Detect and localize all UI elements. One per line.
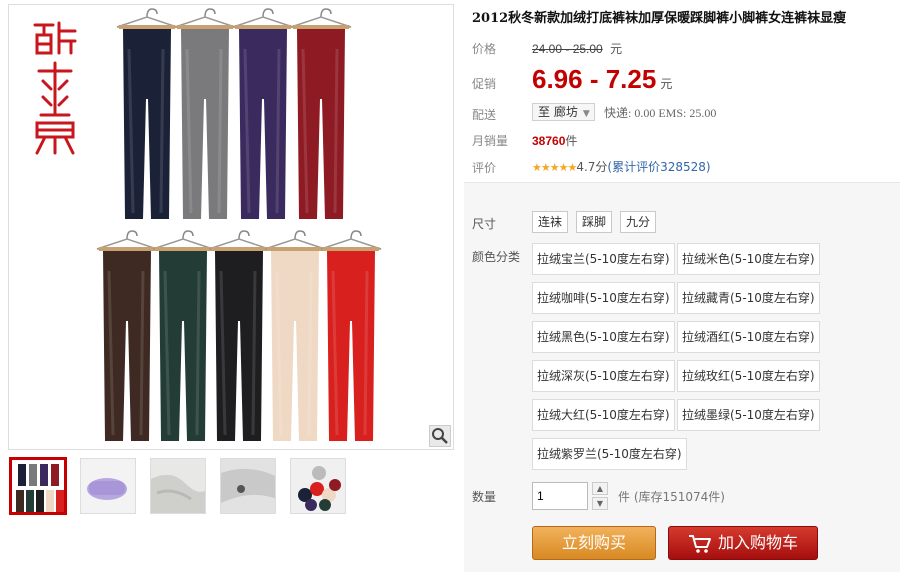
size-option-1[interactable]: 连袜: [532, 211, 569, 233]
cart-icon: [688, 534, 711, 553]
original-price: 24.00 - 25.00 元: [532, 40, 622, 57]
delivery-label: 配送: [472, 108, 497, 122]
monthly-sales-label: 月销量: [472, 134, 509, 148]
thumbnail-1[interactable]: [10, 458, 66, 514]
color-option-6[interactable]: 拉绒酒红(5-10度左右穿): [677, 321, 820, 353]
color-option-7[interactable]: 拉绒深灰(5-10度左右穿): [532, 360, 675, 392]
thumbnail-detail-image: [221, 459, 275, 513]
color-option-10[interactable]: 拉绒墨绿(5-10度左右穿): [677, 399, 820, 431]
quantity-decrease-button[interactable]: ▼: [592, 497, 608, 510]
magnifier-icon: [432, 428, 448, 444]
rating-row: ★★★★★4.7分(累计评价328528): [532, 158, 711, 175]
promo-label: 促销: [472, 77, 497, 91]
leggings-bottom-1: [152, 230, 214, 441]
size-label: 尺寸: [472, 217, 497, 231]
shipping-fees: 快递: 0.00 EMS: 25.00: [604, 106, 717, 120]
color-option-4[interactable]: 拉绒藏青(5-10度左右穿): [677, 282, 820, 314]
rating-score: 4.7分: [576, 160, 608, 174]
leggings-bottom-3: [264, 230, 326, 441]
buy-now-button[interactable]: 立刻购买: [532, 526, 656, 560]
stock-note: 件 (库存151074件): [618, 490, 725, 504]
monthly-sales-value: 38760: [532, 134, 566, 148]
product-info-panel: 2012秋冬新款加绒打底裤袜加厚保暖踩脚裤小脚裤女连裤袜显瘦 价格 24.00 …: [464, 0, 900, 572]
color-label: 颜色分类: [472, 250, 521, 264]
quantity-input[interactable]: [532, 482, 588, 510]
thumbnail-fabric-image: [151, 459, 205, 513]
triangle-up-icon: ▲: [596, 484, 604, 493]
chevron-down-icon: ▼: [582, 109, 590, 119]
monthly-sales-unit: 件: [565, 134, 578, 148]
leggings-top-0: [116, 8, 178, 219]
leggings-top-3: [290, 8, 352, 219]
color-option-1[interactable]: 拉绒宝兰(5-10度左右穿): [532, 243, 675, 275]
price-label: 价格: [472, 42, 497, 56]
add-to-cart-label: 加入购物车: [717, 533, 798, 552]
quantity-label: 数量: [472, 490, 497, 504]
promo-price-value: 6.96 - 7.25: [532, 64, 657, 94]
thumbnail-3[interactable]: [150, 458, 206, 514]
promo-price: 6.96 - 7.25 元: [532, 64, 672, 95]
rating-label: 评价: [472, 161, 497, 175]
thumbnail-2[interactable]: [80, 458, 136, 514]
review-count-link[interactable]: (累计评价328528): [607, 160, 710, 174]
color-option-2[interactable]: 拉绒米色(5-10度左右穿): [677, 243, 820, 275]
triangle-down-icon: ▼: [596, 499, 604, 508]
thumbnail-pants-image: [16, 464, 64, 512]
color-option-11[interactable]: 拉绒紫罗兰(5-10度左右穿): [532, 438, 687, 470]
thumbnail-strip: [10, 458, 346, 514]
add-to-cart-button[interactable]: 加入购物车: [668, 526, 818, 560]
leggings-bottom-4: [320, 230, 382, 441]
sku-selection-panel: 尺寸 连袜 踩脚 九分 颜色分类 拉绒宝兰(5-10度左右穿) 拉绒米色(5-1…: [464, 182, 900, 572]
promo-price-unit: 元: [660, 77, 673, 91]
main-product-image[interactable]: [8, 4, 454, 450]
size-option-2[interactable]: 踩脚: [576, 211, 613, 233]
color-option-5[interactable]: 拉绒黑色(5-10度左右穿): [532, 321, 675, 353]
thumbnail-5[interactable]: [290, 458, 346, 514]
leggings-top-1: [174, 8, 236, 219]
color-option-3[interactable]: 拉绒咖啡(5-10度左右穿): [532, 282, 675, 314]
thumbnail-folded-purple-image: [81, 459, 135, 513]
leggings-top-2: [232, 8, 294, 219]
monthly-sales: 38760件: [532, 132, 577, 149]
original-price-unit: 元: [610, 42, 623, 56]
leggings-bottom-2: [208, 230, 270, 441]
pants-display: [96, 8, 382, 441]
quantity-increase-button[interactable]: ▲: [592, 482, 608, 495]
delivery-location-select[interactable]: 至 廊坊 ▼: [532, 103, 595, 121]
star-rating-icon: ★★★★★: [532, 161, 577, 174]
original-price-value: 24.00 - 25.00: [532, 42, 603, 56]
leggings-bottom-0: [96, 230, 158, 441]
size-option-3[interactable]: 九分: [620, 211, 657, 233]
delivery-location-value: 至 廊坊: [538, 105, 578, 119]
color-option-9[interactable]: 拉绒大红(5-10度左右穿): [532, 399, 675, 431]
thumbnail-4[interactable]: [220, 458, 276, 514]
thumbnail-rolled-colors-image: [291, 459, 345, 513]
color-option-8[interactable]: 拉绒玫红(5-10度左右穿): [677, 360, 820, 392]
zoom-button[interactable]: [429, 425, 451, 447]
product-title: 2012秋冬新款加绒打底裤袜加厚保暖踩脚裤小脚裤女连裤袜显瘦: [472, 11, 847, 26]
